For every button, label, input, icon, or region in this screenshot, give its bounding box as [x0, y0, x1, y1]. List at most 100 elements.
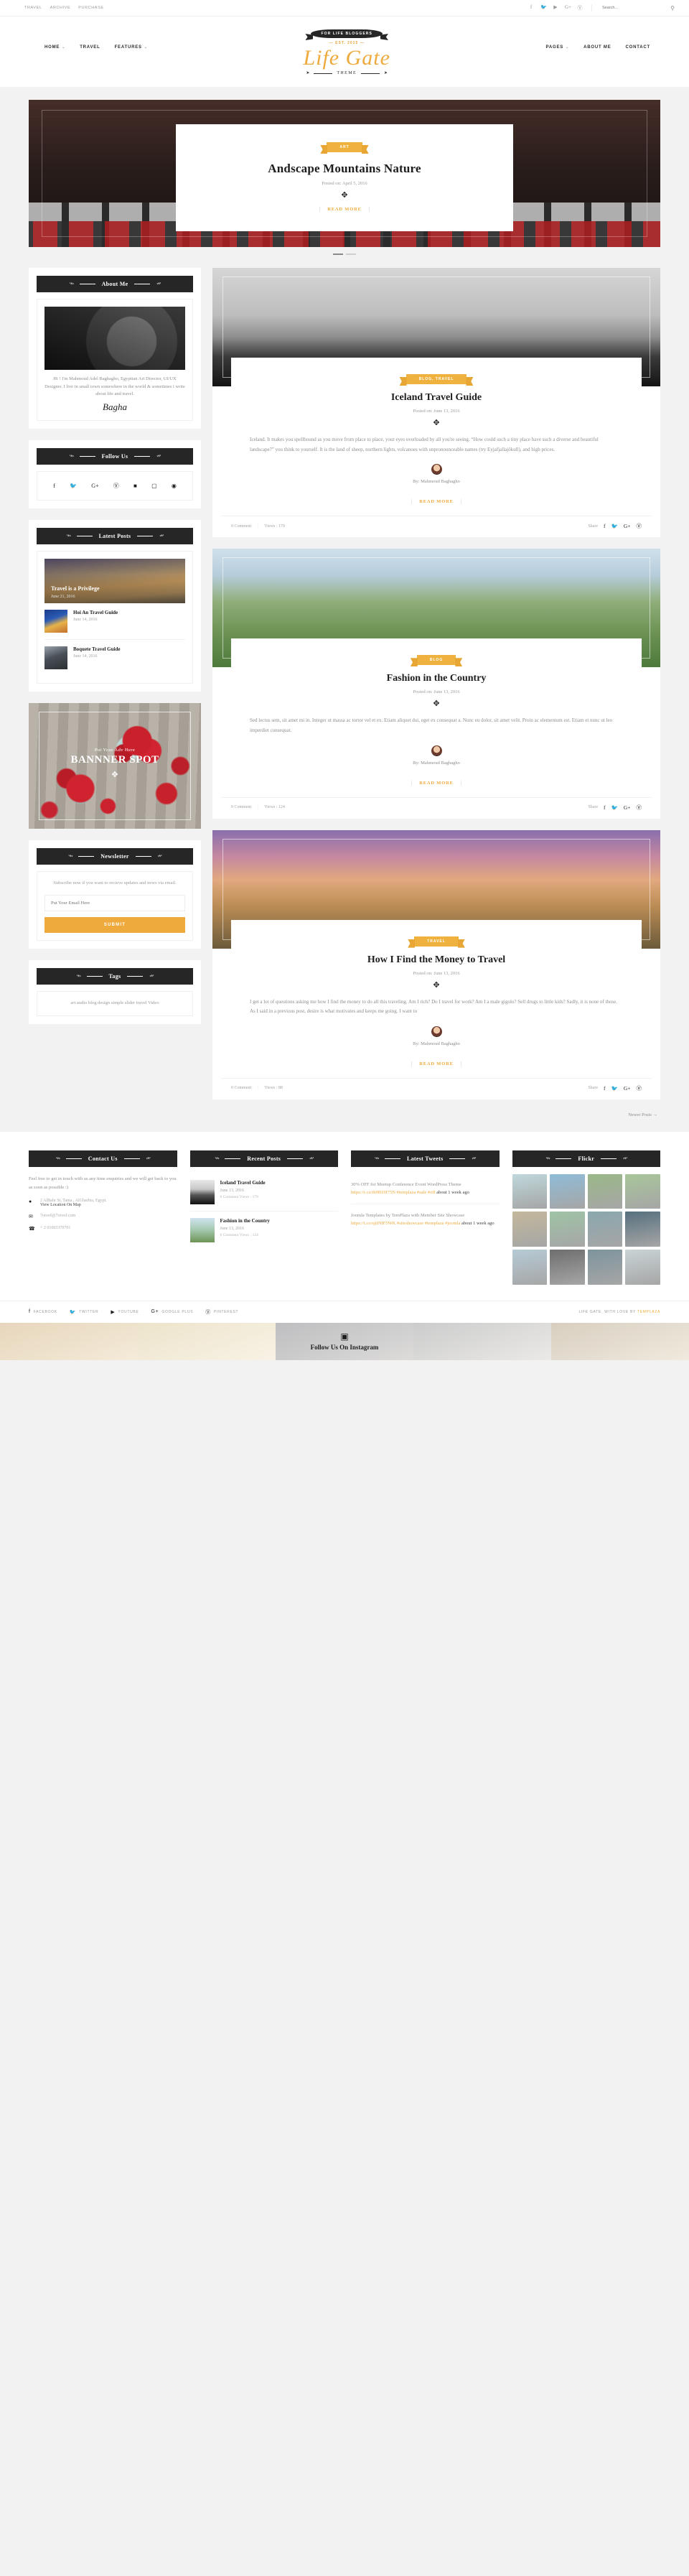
list-item[interactable]: Iceland Travel Guide June 13, 2016 0 Com… [189, 1173, 338, 1212]
pinterest-icon[interactable]: Ⓥ [577, 4, 583, 11]
search-icon[interactable]: ⚲ [670, 5, 675, 11]
flickr-thumbnail[interactable] [512, 1250, 548, 1285]
post-excerpt: I get a lot of questions asking me how I… [250, 998, 618, 1015]
post-read-more-button[interactable]: READ MORE [411, 1061, 461, 1066]
flickr-thumbnail[interactable] [625, 1212, 660, 1247]
banner-spot[interactable]: Put Your Adv Here BANNNER SPOT ✥ [29, 703, 201, 829]
pinterest-icon[interactable]: Ⓥ [637, 804, 642, 812]
post-title[interactable]: Fashion in the Country [250, 673, 623, 684]
footer-title-latest-tweets: ⤷⤷ Latest Tweets ⤶⤶ [351, 1150, 500, 1167]
nav-item-contact[interactable]: CONTACT [626, 45, 650, 50]
flickr-thumbnail[interactable] [550, 1173, 585, 1209]
google-plus-icon[interactable]: G+ [624, 1085, 631, 1092]
nav-item-travel[interactable]: TRAVEL [80, 45, 100, 50]
newsletter-email-input[interactable] [44, 895, 185, 912]
twitter-icon[interactable]: 🐦 [70, 483, 77, 489]
flickr-thumbnail[interactable] [625, 1250, 660, 1285]
flickr-thumbnail[interactable] [550, 1250, 585, 1285]
latest-post-featured[interactable]: Travel is a Privilege June 21, 2016 [44, 559, 185, 604]
post-read-more-button[interactable]: READ MORE [411, 780, 461, 786]
post-comment-count[interactable]: 0 Comment [231, 805, 251, 809]
pinterest-icon[interactable]: Ⓥ [637, 522, 642, 530]
post-title[interactable]: How I Find the Money to Travel [250, 954, 623, 966]
list-item[interactable]: Boquete Travel Guide June 14, 2016 [44, 640, 185, 676]
footer-social-youtube[interactable]: ▶ YOUTUBE [111, 1308, 139, 1316]
facebook-icon[interactable]: f [604, 804, 606, 811]
youtube-icon[interactable]: ▶ [553, 4, 558, 11]
facebook-icon[interactable]: f [604, 523, 606, 529]
footer-credit-brand[interactable]: TEMPLAZA [637, 1310, 660, 1314]
facebook-icon[interactable]: f [53, 483, 55, 489]
flickr-thumbnail[interactable] [512, 1173, 548, 1209]
post-category-badge[interactable]: BLOG [416, 655, 456, 666]
hero-dot-1[interactable] [333, 254, 343, 255]
footer-social-twitter[interactable]: 🐦 TWITTER [70, 1308, 99, 1316]
search-box[interactable]: ⚲ [592, 5, 675, 11]
post-category-badge[interactable]: BLOG, TRAVEL [406, 374, 467, 384]
flickr-thumbnail[interactable] [550, 1212, 585, 1247]
google-plus-icon[interactable]: G+ [624, 523, 631, 529]
twitter-icon[interactable]: 🐦 [611, 804, 618, 811]
footer-latest-tweets: ⤷⤷ Latest Tweets ⤶⤶ 30% OFF for Meetup C… [351, 1150, 500, 1285]
post-title[interactable]: Iceland Travel Guide [250, 392, 623, 404]
hero-dot-2[interactable] [346, 254, 356, 255]
hero-pagination-dots[interactable] [0, 254, 689, 256]
tweet-link[interactable]: https://t.co/ih9B10I75N #templaza #sale … [351, 1190, 436, 1195]
tweet-link[interactable]: https://t.co/sjiINIF5WK #siteshowcase #t… [351, 1221, 460, 1226]
hero-title[interactable]: Andscape Mountains Nature [197, 162, 492, 176]
facebook-icon[interactable]: f [604, 1085, 606, 1092]
vimeo-icon[interactable]: ■ [133, 483, 137, 489]
pinterest-icon[interactable]: Ⓥ [113, 482, 119, 490]
nav-item-home[interactable]: HOME ⌄ [44, 45, 65, 50]
hero-category-badge[interactable]: ART [327, 142, 362, 152]
footer-social-pinterest[interactable]: Ⓥ PINTEREST [205, 1308, 238, 1316]
pinterest-icon[interactable]: Ⓥ [637, 1084, 642, 1092]
newsletter-submit-button[interactable]: SUBMIT [44, 917, 185, 934]
contact-phone[interactable]: + 2 01065370701 [40, 1226, 70, 1230]
nav-item-features[interactable]: FEATURES ⌄ [115, 45, 148, 50]
newer-posts-link[interactable]: Newer Posts → [628, 1112, 657, 1117]
twitter-icon[interactable]: 🐦 [540, 4, 547, 11]
site-footer: ⤷⤷ Contact Us ⤶⤶ Feel free to get in tou… [0, 1131, 689, 1323]
tag-cloud[interactable]: art audio blog design simple slider trav… [44, 999, 185, 1008]
list-item[interactable]: Fashion in the Country June 13, 2016 0 C… [189, 1212, 339, 1249]
hero-section: ART Andscape Mountains Nature Posted on:… [0, 87, 689, 256]
post-list: BLOG, TRAVEL Iceland Travel Guide Posted… [212, 268, 660, 1117]
rss-icon[interactable]: ◉ [172, 483, 177, 489]
google-plus-icon[interactable]: G+ [624, 804, 631, 811]
post-comment-count[interactable]: 0 Comment [231, 1086, 251, 1090]
contact-email[interactable]: 7oroof@7oroof.com [40, 1214, 75, 1218]
nav-item-about-me[interactable]: ABOUT ME [583, 45, 611, 50]
site-logo[interactable]: FOR LIFE BLOGGERS EST. 2015 Life Gate ➤ … [275, 25, 418, 75]
list-item[interactable]: Hoi An Travel Guide June 14, 2016 [44, 603, 185, 641]
twitter-icon[interactable]: 🐦 [611, 1085, 618, 1092]
twitter-icon[interactable]: 🐦 [611, 523, 618, 529]
contact-map-link[interactable]: View Location On Map [40, 1203, 81, 1207]
top-nav-link-purchase[interactable]: PURCHASE [78, 6, 103, 10]
top-nav-link-archive[interactable]: ARCHIVE [50, 6, 71, 10]
flickr-thumbnail[interactable] [587, 1173, 623, 1209]
flickr-thumbnail[interactable] [512, 1212, 548, 1247]
nav-item-pages[interactable]: PAGES ⌄ [546, 45, 570, 50]
top-bar: TRAVEL ARCHIVE PURCHASE f 🐦 ▶ G+ Ⓥ ⚲ [0, 0, 689, 16]
search-input[interactable] [602, 6, 660, 10]
hero-posted-date: April 5, 2016 [342, 181, 367, 186]
post-comment-count[interactable]: 0 Comment [231, 524, 251, 529]
hero-read-more-button[interactable]: READ MORE [319, 207, 370, 212]
hero-slider[interactable]: ART Andscape Mountains Nature Posted on:… [29, 100, 660, 247]
facebook-icon[interactable]: f [528, 4, 534, 11]
google-plus-icon[interactable]: G+ [565, 4, 571, 11]
post-posted-label: Posted on: [413, 689, 433, 695]
flickr-thumbnail[interactable] [587, 1212, 623, 1247]
top-nav-link-travel[interactable]: TRAVEL [24, 6, 42, 10]
google-plus-icon[interactable]: G+ [91, 483, 98, 489]
flickr-thumbnail[interactable] [587, 1250, 623, 1285]
footer-social-google-plus[interactable]: G+ GOOGLE PLUS [151, 1308, 193, 1316]
post-read-more-button[interactable]: READ MORE [411, 499, 461, 505]
instagram-icon[interactable]: ▢ [151, 483, 157, 489]
footer-social-facebook[interactable]: f FACEBOOK [29, 1308, 57, 1316]
instagram-strip[interactable]: ▣ Follow Us On Instagram [0, 1322, 689, 1360]
post-category-badge[interactable]: TRAVEL [414, 936, 459, 947]
arrow-left-icon: ⤶⤶ [157, 854, 162, 859]
flickr-thumbnail[interactable] [625, 1173, 660, 1209]
